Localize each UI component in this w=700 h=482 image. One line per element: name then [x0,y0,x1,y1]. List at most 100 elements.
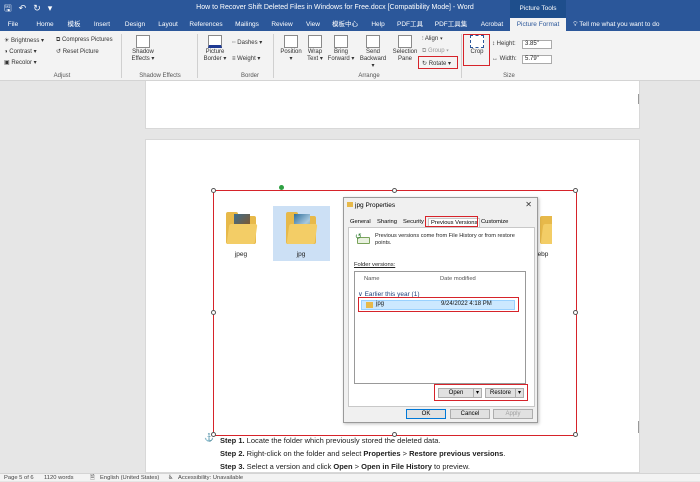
dashes-button[interactable]: ┄ Dashes ▾ [232,39,262,46]
step-1: Step 1. Locate the folder which previous… [220,436,441,445]
step-bold: Restore previous versions [409,449,504,458]
dialog-tab-general[interactable]: General [350,218,371,227]
tab-help[interactable]: Help [367,18,389,31]
recolor-label: Recolor ▾ [11,60,37,66]
dialog-tab-customize[interactable]: Customize [481,218,508,227]
tab-review[interactable]: Review [269,18,295,31]
undo-icon[interactable]: ↶ [19,3,27,14]
height-label: ↕ Height: [492,41,516,47]
folder-icon [226,212,258,244]
dialog-tab-security[interactable]: Security [403,218,424,227]
tell-me-search[interactable]: 💡︎ Tell me what you want to do [573,18,659,31]
width-label: ↔ Width: [492,56,517,62]
compress-pictures-button[interactable]: ⧉ Compress Pictures [56,37,113,44]
tab-acrobat[interactable]: Acrobat [476,18,508,31]
tab-insert[interactable]: Insert [89,18,115,31]
resize-handle[interactable] [211,310,216,315]
width-icon: ↔ [492,56,498,62]
resize-handle[interactable] [573,432,578,437]
send-backward-button[interactable]: Send Backward ▾ [358,35,388,70]
shadow-icon [136,35,150,48]
divider [273,34,274,78]
brightness-button[interactable]: ☀ Brightness ▾ [4,37,44,44]
height-input[interactable]: 3.85" [522,40,552,49]
version-row-highlight [358,297,519,312]
group-button[interactable]: ⧉ Group ▾ [422,48,449,55]
tab-view[interactable]: View [302,18,324,31]
folder-label: jpeg [234,251,248,258]
selection-pane-label: Selection Pane [392,49,418,62]
redo-icon[interactable]: ↻ [33,3,41,14]
close-icon[interactable]: ✕ [525,200,532,209]
bring-forward-icon [334,35,348,48]
customize-icon[interactable]: ▾ [48,3,53,14]
tab-template[interactable]: 模板 [62,18,86,31]
contrast-label: Contrast ▾ [9,49,37,55]
align-label: Align ▾ [424,36,443,42]
shadow-effects-button[interactable]: Shadow Effects ▾ [126,35,160,63]
position-button[interactable]: Position ▾ [277,35,305,63]
picture-border-button[interactable]: Picture Border ▾ [200,35,230,63]
send-backward-label: Send Backward ▾ [359,49,387,69]
step-label: Step 1. [220,436,245,445]
column-header-date[interactable]: Date modified [440,276,476,282]
tab-picture-format[interactable]: Picture Format [510,18,566,31]
tab-template-center[interactable]: 模板中心 [328,18,362,31]
wrap-text-label: Wrap Text ▾ [307,49,323,62]
reset-picture-button[interactable]: ↺ Reset Picture [56,48,99,55]
document-page [145,81,640,129]
group-label-border: Border [240,73,259,79]
tab-pdf-tools[interactable]: PDF工具 [394,18,426,31]
contrast-button[interactable]: ◑ Contrast ▾ [4,48,37,55]
crop-highlight [463,34,490,66]
ribbon: ☀ Brightness ▾ ◑ Contrast ▾ ▣ Recolor ▾ … [0,31,700,81]
dialog-tab-sharing[interactable]: Sharing [377,218,397,227]
tab-mailings[interactable]: Mailings [230,18,264,31]
step-2: Step 2. Right-click on the folder and se… [220,449,505,458]
versions-list[interactable] [354,271,526,384]
dialog-info-text: Previous versions come from File History… [375,233,515,246]
step-text: Right-click on the folder and select [244,449,364,458]
tab-references[interactable]: References [186,18,226,31]
resize-handle[interactable] [211,188,216,193]
picture-border-icon [208,35,222,48]
width-input[interactable]: 5.79" [522,55,552,64]
height-label-text: Height: [496,41,516,47]
align-button[interactable]: ⫶ Align ▾ [422,36,443,43]
resize-handle[interactable] [392,188,397,193]
compress-label: Compress Pictures [61,37,113,43]
step-bold: Open [333,462,353,471]
wrap-text-button[interactable]: Wrap Text ▾ [304,35,326,63]
resize-handle[interactable] [573,188,578,193]
step-bold: Open in File History [361,462,432,471]
tab-pdf-toolset[interactable]: PDF工具集 [432,18,470,31]
folder-versions-label: Folder versions: [354,262,396,268]
resize-handle[interactable] [573,310,578,315]
tab-home[interactable]: Home [30,18,60,31]
selection-pane-button[interactable]: Selection Pane [391,35,419,63]
dialog-title: jpg Properties [355,202,396,209]
picture-border-label: Picture Border ▾ [203,49,227,62]
group-label: Group ▾ [427,48,449,54]
width-label-text: Width: [499,56,517,62]
cancel-button[interactable]: Cancel [450,409,490,419]
position-label: Position ▾ [280,49,302,62]
tab-design[interactable]: Design [121,18,149,31]
selection-pane-icon [398,35,412,48]
brightness-label: Brightness ▾ [11,38,45,44]
dashes-label: Dashes ▾ [237,40,263,46]
bring-forward-button[interactable]: Bring Forward ▾ [327,35,355,63]
position-icon [284,35,298,48]
tab-file[interactable]: File [2,18,24,31]
tab-layout[interactable]: Layout [154,18,182,31]
buttons-highlight [434,384,528,401]
weight-button[interactable]: ≡ Weight ▾ [232,55,260,62]
apply-button[interactable]: Apply [493,409,533,419]
contextual-group-label: Picture Tools [510,0,566,18]
column-header-name[interactable]: Name [364,276,379,282]
save-icon[interactable]: 🖫 [4,3,12,14]
shadow-label: Shadow Effects ▾ [131,49,155,62]
recolor-button[interactable]: ▣ Recolor ▾ [4,59,37,66]
ok-button[interactable]: OK [406,409,446,419]
anchor-icon: ⚓ [204,433,214,442]
